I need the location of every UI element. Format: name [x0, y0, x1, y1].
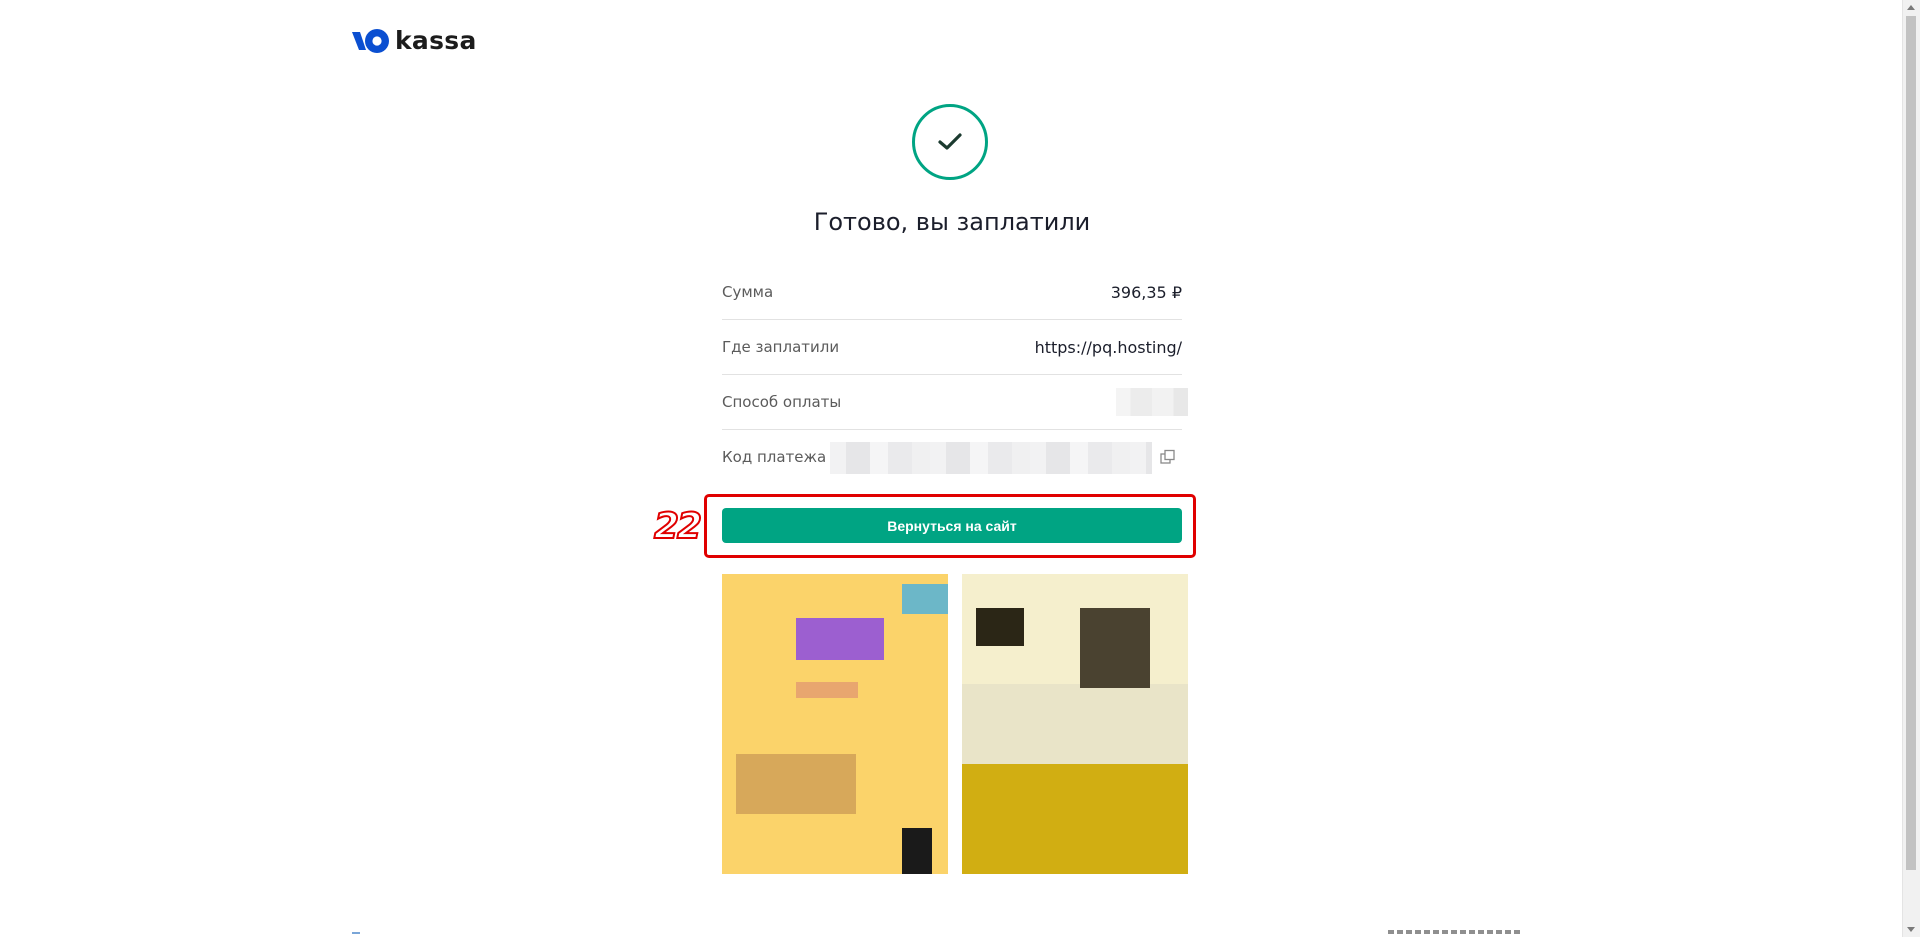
- detail-row-merchant: Где заплатили https://pq.hosting/: [722, 320, 1182, 375]
- copy-icon[interactable]: [1160, 449, 1176, 465]
- detail-value: https://pq.hosting/: [1034, 337, 1182, 357]
- detail-label: Где заплатили: [722, 338, 840, 356]
- success-checkmark-circle: [912, 104, 988, 180]
- return-to-site-button[interactable]: Вернуться на сайт: [722, 508, 1182, 543]
- scrollbar-thumb[interactable]: [1906, 16, 1916, 870]
- ad-banner-left[interactable]: [722, 574, 948, 874]
- yoomoney-logo-icon: [352, 28, 389, 53]
- payment-method-blurred: [1116, 388, 1188, 416]
- vertical-scrollbar[interactable]: [1902, 0, 1920, 937]
- footer-copyright: [1388, 930, 1520, 934]
- detail-label: Способ оплаты: [722, 393, 842, 411]
- brand-logo[interactable]: kassa: [352, 26, 477, 55]
- brand-name: kassa: [395, 26, 477, 55]
- checkmark-icon: [938, 133, 962, 150]
- detail-row-amount: Сумма 396,35 ₽: [722, 265, 1182, 320]
- scroll-down-arrow-icon[interactable]: [1907, 927, 1915, 932]
- scroll-up-arrow-icon[interactable]: [1907, 5, 1915, 10]
- detail-row-code: Код платежа: [722, 430, 1182, 484]
- detail-value: 396,35 ₽: [1110, 282, 1182, 302]
- detail-label: Сумма: [722, 283, 774, 301]
- annotation-number: 22: [653, 505, 703, 548]
- page-title: Готово, вы заплатили: [813, 208, 1091, 236]
- ad-banner-right[interactable]: [962, 574, 1188, 874]
- footer-link[interactable]: [352, 932, 360, 934]
- detail-label: Код платежа: [722, 448, 827, 466]
- payment-code-blurred: [830, 442, 1152, 474]
- detail-row-method: Способ оплаты: [722, 375, 1188, 430]
- payment-details: Сумма 396,35 ₽ Где заплатили https://pq.…: [722, 265, 1188, 484]
